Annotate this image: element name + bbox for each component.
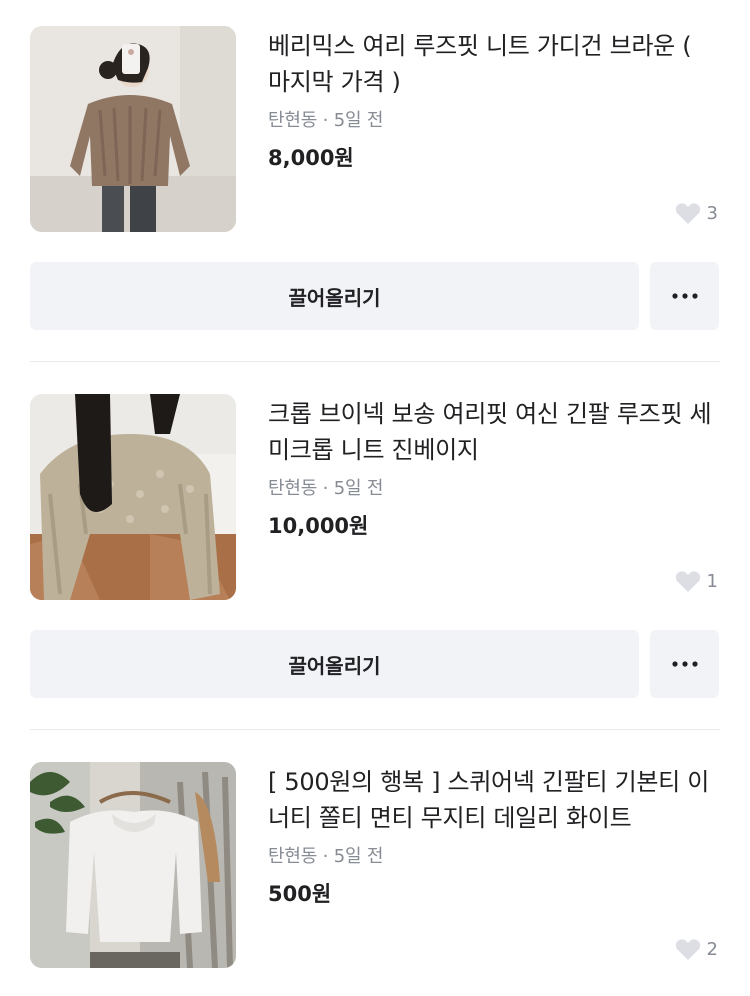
product-meta: 탄현동 · 5일 전 [268,474,383,500]
photo-tee-white [30,762,236,968]
product-location: 탄현동 [268,846,318,867]
heart-icon [675,939,700,960]
product-price: 500원 [268,882,332,906]
product-meta: 탄현동 · 5일 전 [268,842,383,868]
product-list: 베리믹스 여리 루즈핏 니트 가디건 브라운 ( 마지막 가격 ) 탄현동 · … [0,0,750,996]
photo-cardigan-brown [30,26,236,232]
like-count: 3 [675,202,718,225]
product-title[interactable]: 크롭 브이넥 보송 여리핏 여신 긴팔 루즈핏 세미크롭 니트 진베이지 [268,396,718,468]
meta-separator: · [322,846,329,867]
product-thumbnail[interactable] [30,26,236,232]
more-options-button[interactable] [650,262,719,330]
more-options-button[interactable] [650,630,719,698]
bump-button[interactable]: 끌어올리기 [30,262,639,330]
bump-button-label: 끌어올리기 [288,285,381,310]
item-divider [30,361,720,362]
product-meta: 탄현동 · 5일 전 [268,106,383,132]
more-dots-icon [671,293,698,299]
like-count-value: 1 [706,571,718,592]
like-count: 2 [675,938,718,961]
bump-button-label: 끌어올리기 [288,653,381,678]
photo-knit-beige [30,394,236,600]
product-thumbnail[interactable] [30,762,236,968]
like-count-value: 3 [706,203,718,224]
meta-separator: · [322,110,329,131]
like-count: 1 [675,570,718,593]
product-thumbnail[interactable] [30,394,236,600]
product-time: 5일 전 [333,846,384,867]
like-count-value: 2 [706,939,718,960]
product-title[interactable]: 베리믹스 여리 루즈핏 니트 가디건 브라운 ( 마지막 가격 ) [268,28,718,100]
item-divider [30,729,720,730]
heart-icon [675,571,700,592]
product-title[interactable]: [ 500원의 행복 ] 스퀴어넥 긴팔티 기본티 이너티 쫄티 면티 무지티 … [268,764,718,836]
product-location: 탄현동 [268,478,318,499]
product-time: 5일 전 [333,110,384,131]
product-price: 10,000원 [268,514,369,538]
heart-icon [675,203,700,224]
product-price: 8,000원 [268,146,354,170]
more-dots-icon [671,661,698,667]
bump-button[interactable]: 끌어올리기 [30,630,639,698]
meta-separator: · [322,478,329,499]
product-location: 탄현동 [268,110,318,131]
product-time: 5일 전 [333,478,384,499]
